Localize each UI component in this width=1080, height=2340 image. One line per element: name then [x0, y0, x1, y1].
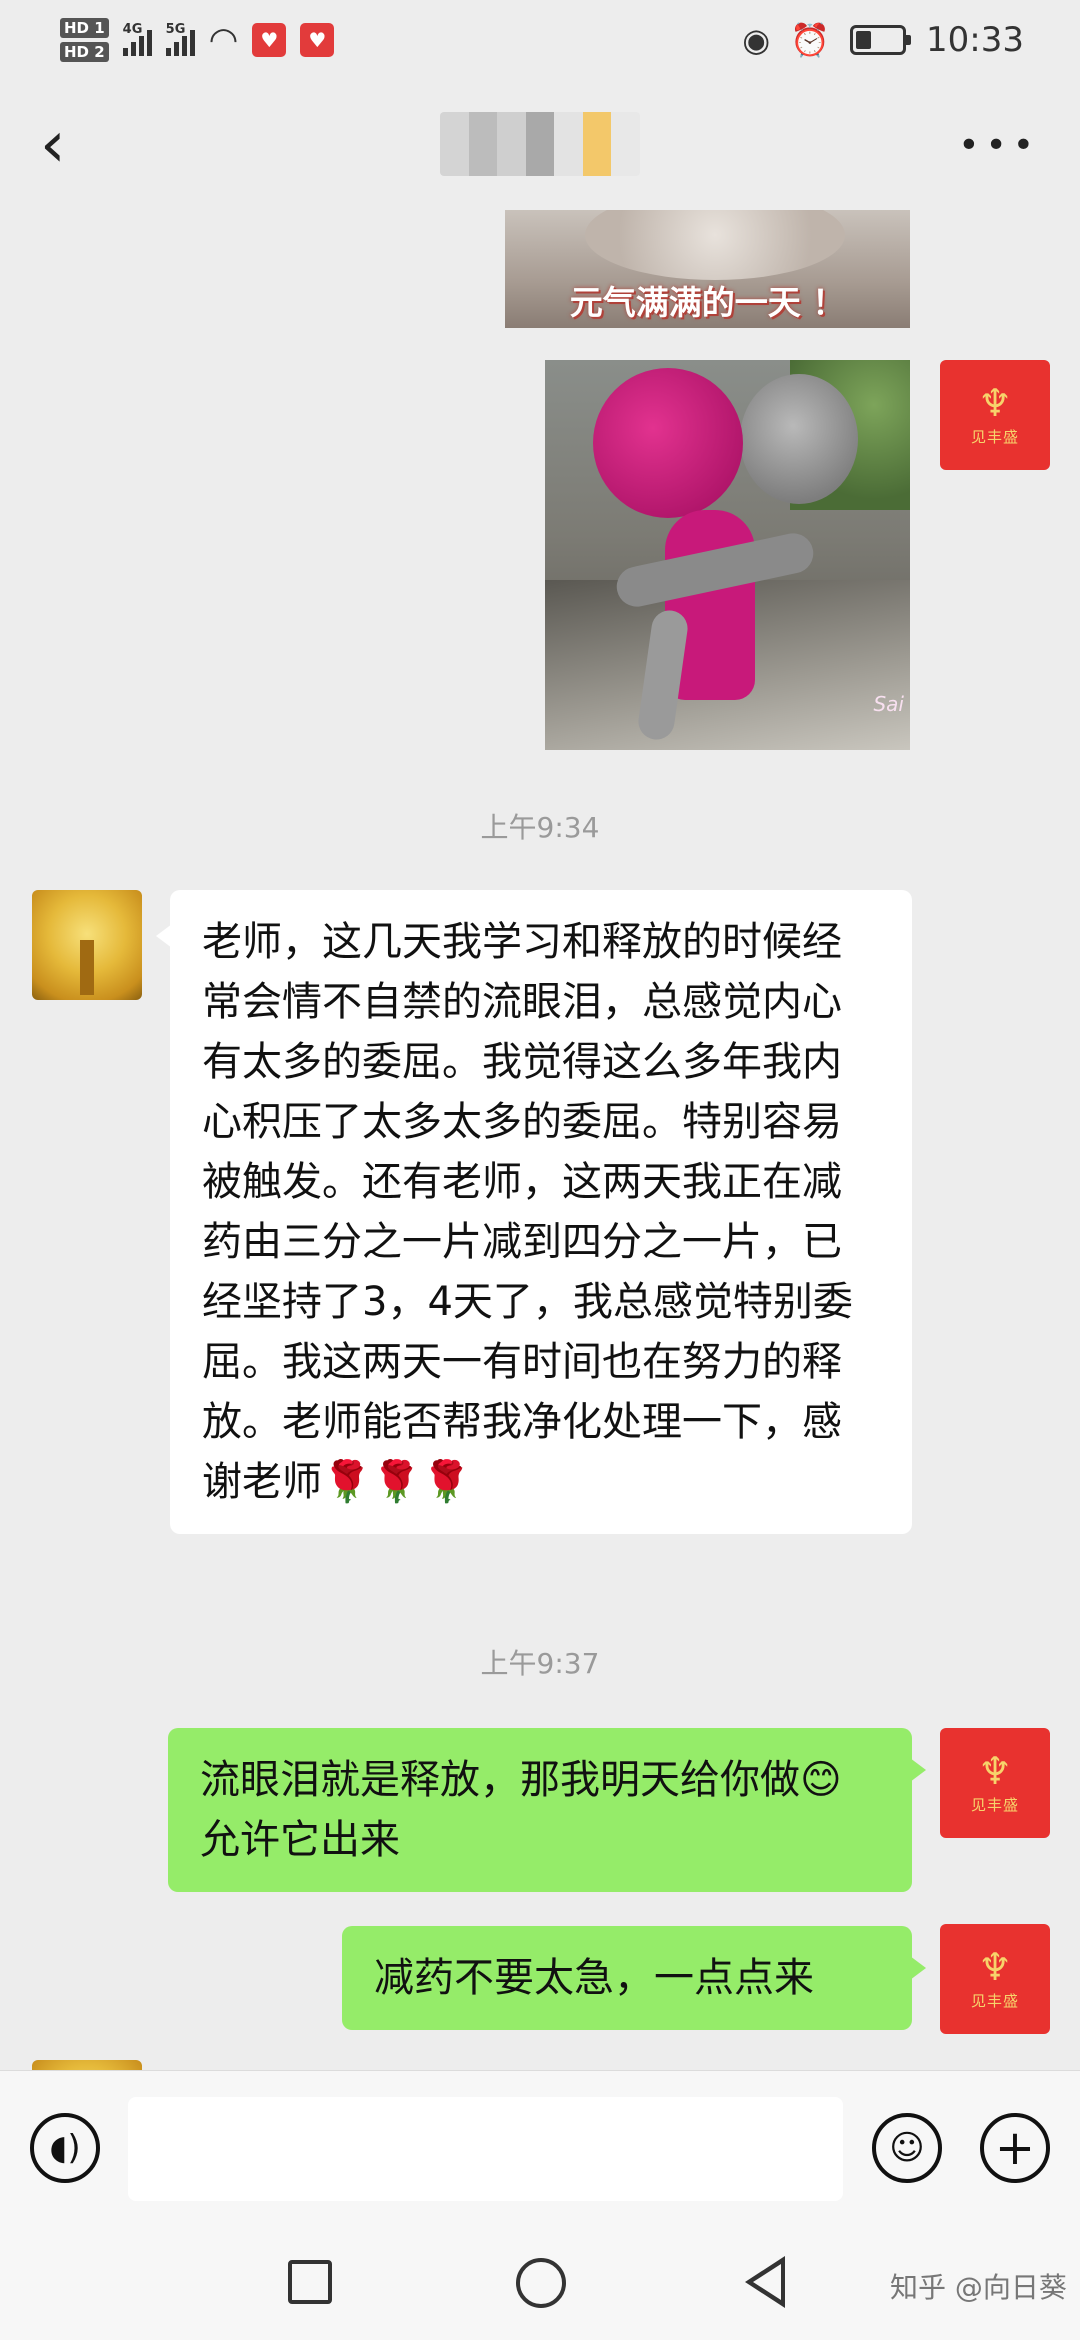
alarm-icon: ⏰ — [790, 21, 831, 59]
plus-icon[interactable]: + — [980, 2113, 1050, 2183]
hd1-badge: HD 1 — [60, 18, 109, 38]
sent-message[interactable]: 流眼泪就是释放，那我明天给你做😊允许它出来 — [168, 1728, 926, 1892]
voice-icon[interactable]: ◖) — [30, 2113, 100, 2183]
wifi-icon: ◠ — [208, 20, 239, 60]
avatar[interactable] — [32, 890, 142, 1000]
received-message[interactable]: 老师，这几天我学习和释放的时候经常会情不自禁的流眼泪，总感觉内心有太多的委屈。我… — [156, 890, 912, 1534]
dancer-logo-icon: ♆ — [977, 1748, 1013, 1793]
status-bar-right: ◉ ⏰ 10:33 — [742, 20, 1024, 60]
image-caption: 元气满满的一天 ！ — [569, 283, 846, 322]
chat-title-blurred — [440, 112, 640, 176]
system-navigation-bar: 知乎 @向日葵 — [0, 2230, 1080, 2340]
message-input[interactable] — [128, 2097, 843, 2201]
clock-time: 10:33 — [926, 20, 1024, 60]
image-message[interactable]: Sai — [545, 360, 910, 750]
chevron-left-icon[interactable]: ‹ — [40, 113, 66, 177]
hd2-badge: HD 2 — [60, 42, 109, 62]
message-timestamp: 上午9:37 — [480, 1647, 600, 1680]
signal-5g-icon: 5G — [165, 22, 195, 56]
chat-message-list[interactable]: 元气满满的一天 ！ Sai ♆ 见丰盛 上午9:34 老师，这几天我学习和释放的… — [0, 210, 1080, 2070]
message-input-bar: ◖) ☺ + — [0, 2070, 1080, 2230]
avatar[interactable]: ♆ 见丰盛 — [940, 1924, 1050, 2034]
home-icon[interactable] — [516, 2258, 566, 2308]
dancer-logo-icon: ♆ — [977, 380, 1013, 425]
avatar[interactable]: ♆ 见丰盛 — [940, 360, 1050, 470]
more-dots-icon[interactable]: ••• — [958, 125, 1040, 166]
watermark: 知乎 @向日葵 — [890, 2271, 1067, 2304]
emoji-icon[interactable]: ☺ — [872, 2113, 942, 2183]
signal-4g-icon: 4G — [122, 22, 152, 56]
recent-apps-icon[interactable] — [288, 2260, 332, 2304]
sent-message[interactable]: 减药不要太急，一点点来 — [342, 1926, 926, 2030]
heart-notification-icon: ♥ — [252, 23, 287, 57]
status-bar-left: HD 1 HD 2 4G 5G ◠ ♥ ♥ — [60, 18, 335, 62]
status-bar: HD 1 HD 2 4G 5G ◠ ♥ ♥ ◉ ⏰ 10:33 — [0, 0, 1080, 80]
image-signature: Sai — [873, 692, 904, 716]
back-triangle-icon[interactable] — [745, 2256, 785, 2308]
avatar[interactable]: ♆ 见丰盛 — [940, 1728, 1050, 1838]
battery-icon — [850, 25, 912, 55]
image-message[interactable]: 元气满满的一天 ！ — [505, 210, 910, 328]
eye-icon: ◉ — [742, 21, 771, 59]
dancer-logo-icon: ♆ — [977, 1944, 1013, 1989]
message-timestamp: 上午9:34 — [480, 811, 600, 844]
avatar[interactable] — [32, 2060, 142, 2070]
hd-indicators: HD 1 HD 2 — [60, 18, 109, 62]
heart-notification-icon: ♥ — [300, 23, 335, 57]
